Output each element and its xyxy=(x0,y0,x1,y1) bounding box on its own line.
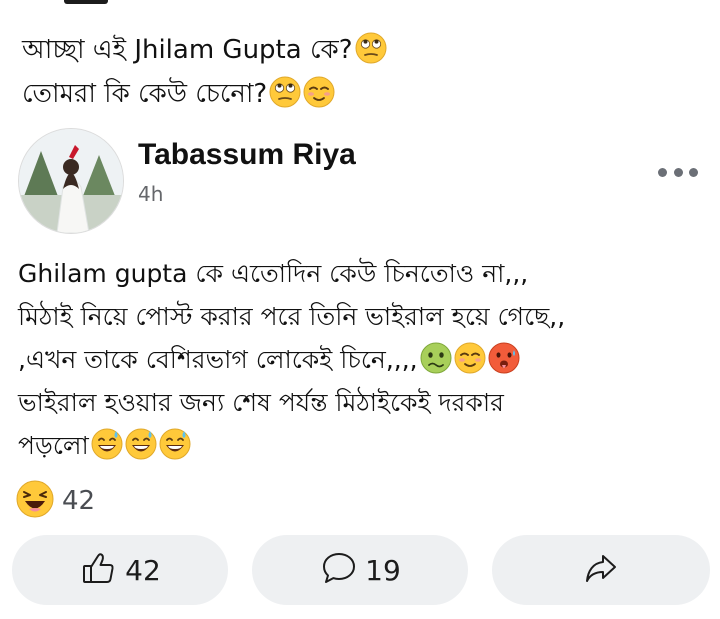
share-button[interactable] xyxy=(492,535,710,605)
post-body: Ghilam gupta কে এতোদিন কেউ চিনতোও না,,, … xyxy=(18,252,710,467)
dot-icon xyxy=(658,167,667,177)
grinning-sweat-emoji-icon xyxy=(125,428,157,460)
post-line-text: পড়লো xyxy=(18,431,89,460)
post-header: Tabassum Riya 4h xyxy=(18,128,708,234)
laughing-emoji-icon xyxy=(16,480,54,522)
nauseated-face-emoji-icon xyxy=(420,342,452,374)
comment-count: 19 xyxy=(365,553,401,587)
like-button[interactable]: 42 xyxy=(12,535,228,605)
post-line: ভাইরাল হওয়ার জন্য শেষ পর্যন্ত মিঠাইকেই … xyxy=(18,388,504,417)
post-line: পড়লো xyxy=(18,424,710,467)
hot-face-emoji-icon xyxy=(488,342,520,374)
dot-icon xyxy=(673,167,683,177)
thumbs-up-icon xyxy=(79,548,119,592)
avatar[interactable] xyxy=(18,128,124,234)
grinning-sweat-emoji-icon xyxy=(159,428,191,460)
top-edge-fragment xyxy=(64,0,108,4)
relieved-face-emoji-icon xyxy=(454,342,486,374)
post-line-text: ,এখন তাকে বেশিরভাগ লোকেই চিনে,,,, xyxy=(18,345,418,374)
like-count: 42 xyxy=(125,553,161,587)
share-arrow-icon xyxy=(581,548,621,592)
more-options-button[interactable] xyxy=(658,164,698,180)
action-bar: 42 19 xyxy=(12,535,710,605)
caption-line-2-text: তোমরা কি কেউ চেনো? xyxy=(22,79,268,109)
caption-line-1: আচ্ছা এই Jhilam Gupta কে? xyxy=(22,28,387,72)
caption-line-2: তোমরা কি কেউ চেনো? xyxy=(22,72,387,116)
relieved-face-emoji-icon xyxy=(303,76,335,108)
author-name[interactable]: Tabassum Riya xyxy=(138,138,356,172)
grinning-sweat-emoji-icon xyxy=(91,428,123,460)
comment-button[interactable]: 19 xyxy=(252,535,468,605)
rolling-eyes-emoji-icon xyxy=(269,76,301,108)
reaction-count: 42 xyxy=(62,486,96,516)
post-line: ,এখন তাকে বেশিরভাগ লোকেই চিনে,,,, xyxy=(18,338,710,381)
rolling-eyes-emoji-icon xyxy=(355,32,387,64)
dot-icon xyxy=(689,167,698,177)
comment-bubble-icon xyxy=(319,548,359,592)
caption-line-1-text: আচ্ছা এই Jhilam Gupta কে? xyxy=(22,35,353,65)
post-time[interactable]: 4h xyxy=(138,182,163,206)
reaction-summary[interactable]: 42 xyxy=(16,480,96,522)
post-line: Ghilam gupta কে এতোদিন কেউ চিনতোও না,,, xyxy=(18,259,529,288)
post-line: মিঠাই নিয়ে পোস্ট করার পরে তিনি ভাইরাল হ… xyxy=(18,302,566,331)
shared-caption: আচ্ছা এই Jhilam Gupta কে? তোমরা কি কেউ চ… xyxy=(22,28,387,116)
